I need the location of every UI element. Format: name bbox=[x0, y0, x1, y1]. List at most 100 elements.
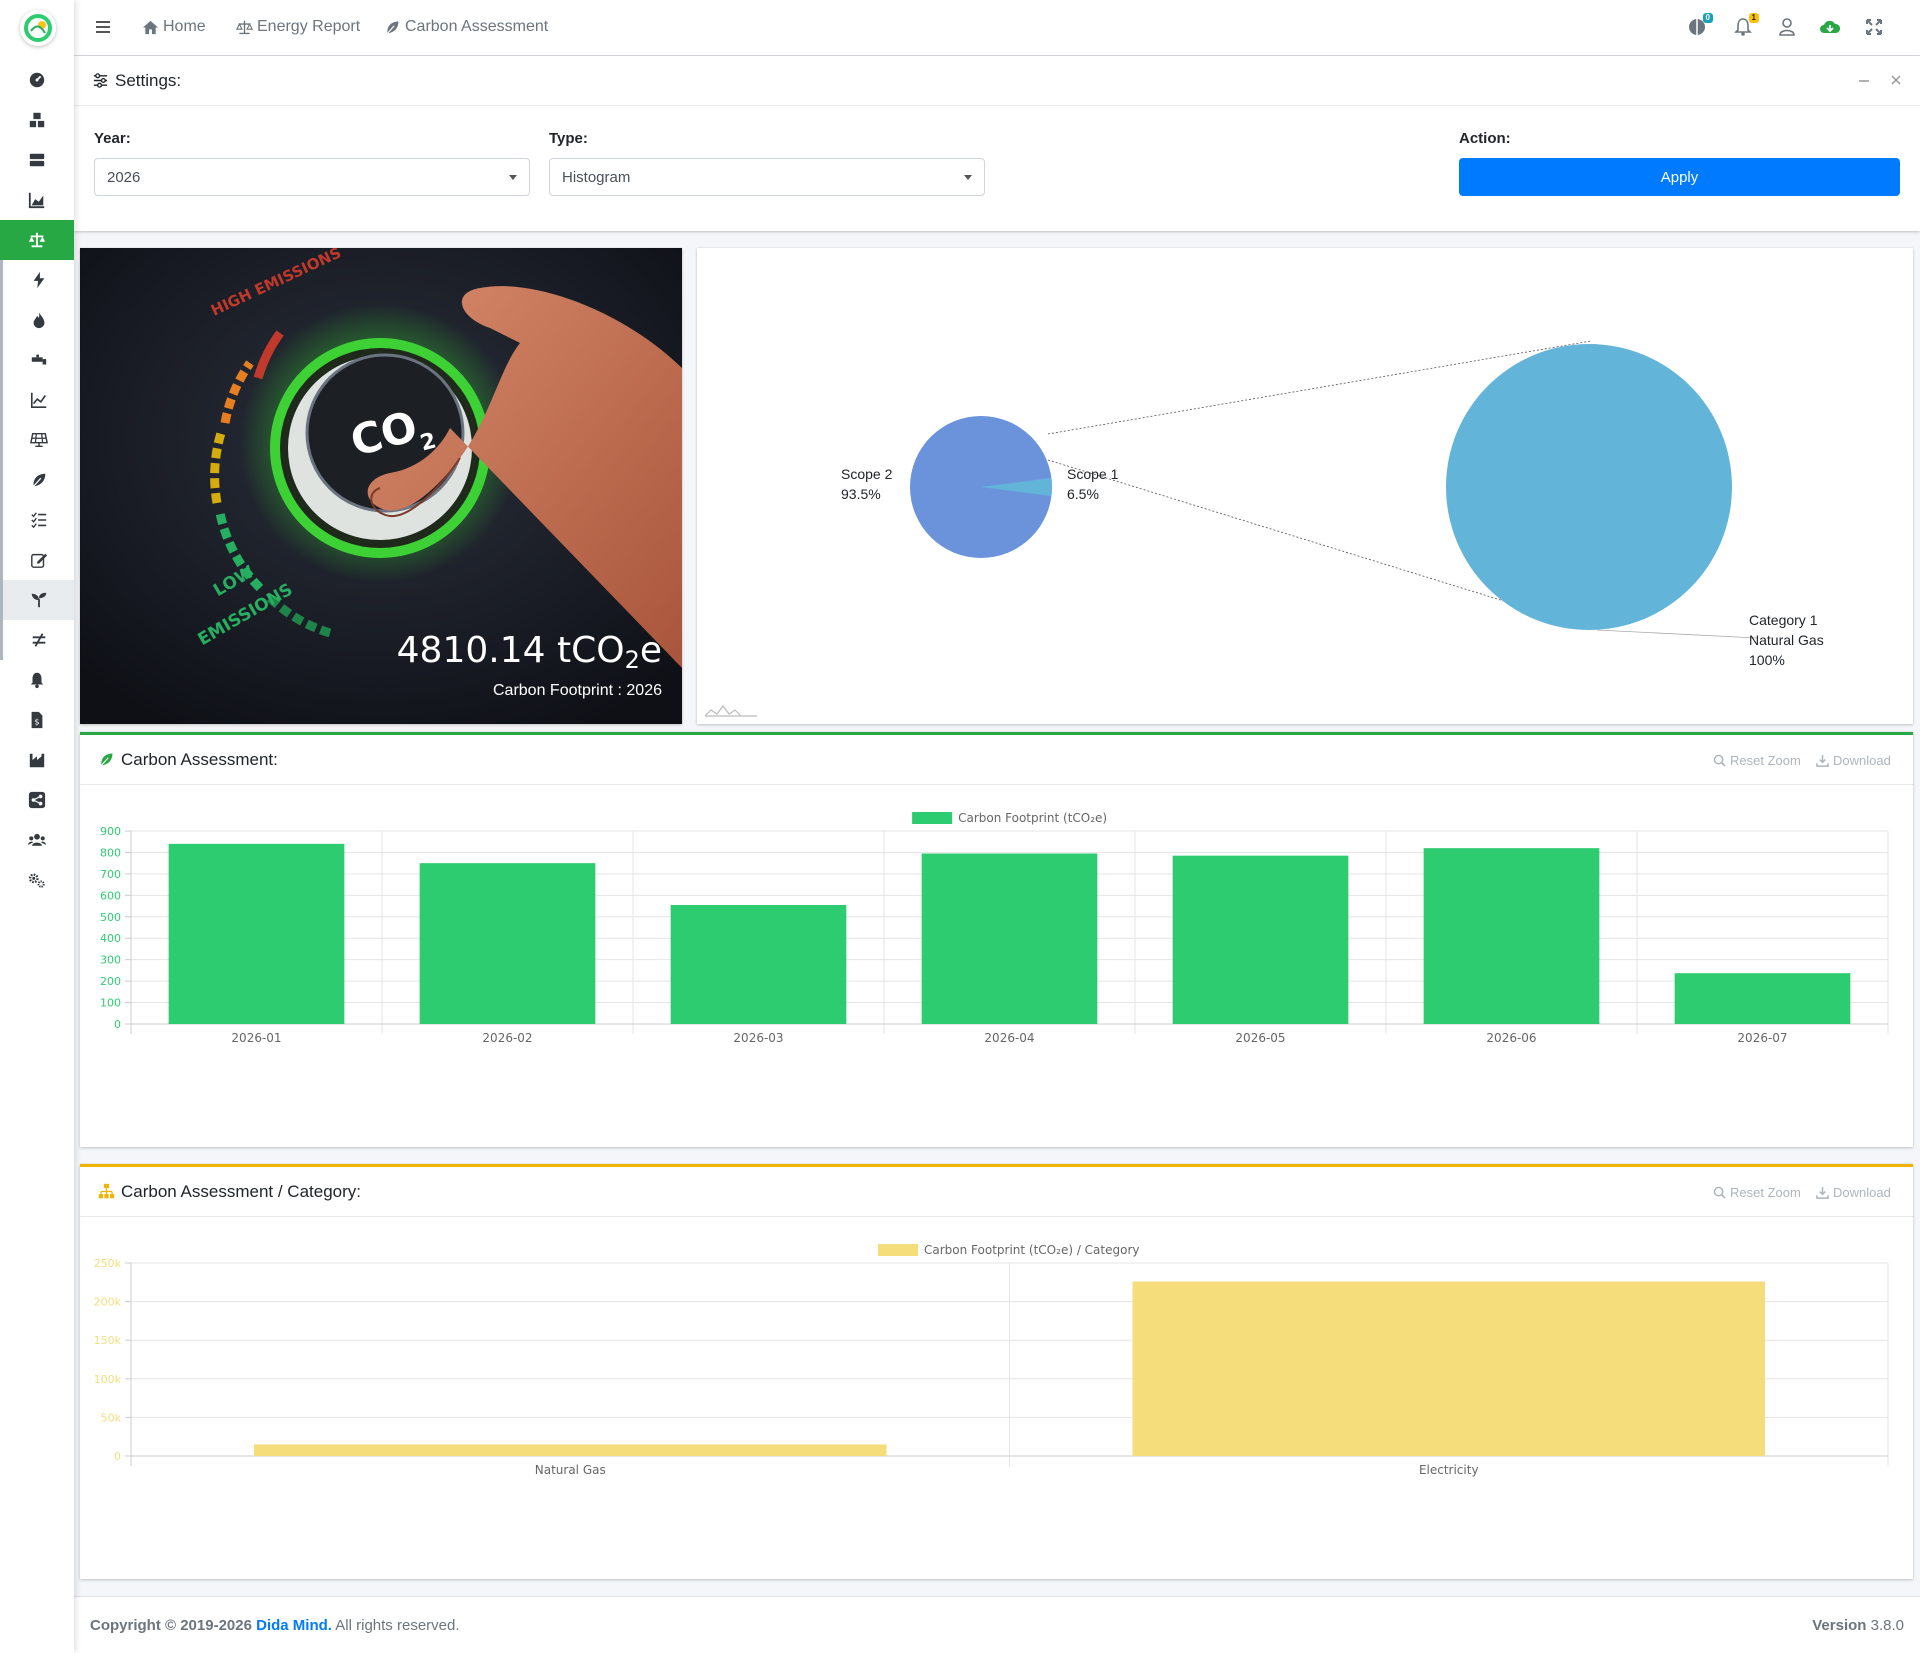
scope-2-label: Scope 2 bbox=[841, 466, 893, 482]
cloud-download-icon bbox=[1820, 20, 1841, 33]
x-tick-label: 2026-01 bbox=[231, 1031, 281, 1045]
leaf-icon bbox=[386, 21, 399, 34]
sidebar-item-tasks[interactable] bbox=[0, 500, 74, 540]
version-label: Version bbox=[1812, 1617, 1867, 1634]
close-button[interactable] bbox=[1890, 73, 1902, 85]
carbon-category-header: Carbon Assessment / Category: bbox=[80, 1167, 1913, 1217]
chevron-down-icon bbox=[509, 175, 517, 180]
download-button[interactable]: Download bbox=[1816, 1185, 1891, 1200]
type-select[interactable]: Histogram bbox=[549, 158, 985, 196]
carbon-category-card: Carbon Assessment / Category: Reset Zoom… bbox=[80, 1164, 1913, 1579]
x-tick-label: 2026-03 bbox=[733, 1031, 783, 1045]
sidebar-item-solar[interactable] bbox=[0, 420, 74, 460]
y-tick-label: 0 bbox=[114, 1018, 121, 1031]
leaf-icon bbox=[32, 473, 45, 487]
sidebar-item-electricity[interactable] bbox=[0, 260, 74, 300]
top-navbar: Home Energy Report Carbon Assessment 0 1 bbox=[74, 0, 1920, 56]
y-tick-label: 500 bbox=[100, 911, 121, 924]
sidebar-item-invoice[interactable]: $ bbox=[0, 700, 74, 740]
industry-icon bbox=[29, 753, 45, 768]
scope-1-label: Scope 1 bbox=[1067, 466, 1119, 482]
sidebar-item-energy-report[interactable] bbox=[0, 220, 74, 260]
version-number: 3.8.0 bbox=[1870, 1617, 1904, 1634]
close-icon bbox=[1891, 75, 1901, 85]
cogs-icon bbox=[28, 873, 45, 888]
search-icon bbox=[1713, 754, 1726, 767]
sidebar-item-gas[interactable] bbox=[0, 300, 74, 340]
carbon-footprint-caption: Carbon Footprint : 2026 bbox=[493, 682, 662, 699]
reset-zoom-button[interactable]: Reset Zoom bbox=[1713, 753, 1801, 768]
sidebar-item-settings[interactable] bbox=[0, 860, 74, 900]
y-tick-label: 150k bbox=[94, 1334, 122, 1347]
sidebar-item-seedling[interactable] bbox=[0, 580, 74, 620]
server-icon bbox=[29, 153, 45, 167]
download-icon bbox=[1816, 1186, 1829, 1199]
scope-pie-chart: Scope 2 93.5% Scope 1 6.5% Category 1 Na… bbox=[704, 340, 1824, 717]
apply-button[interactable]: Apply bbox=[1459, 158, 1900, 196]
not-equal-icon bbox=[32, 633, 45, 647]
x-tick-label: 2026-02 bbox=[482, 1031, 532, 1045]
year-select[interactable]: 2026 bbox=[94, 158, 530, 196]
language-button[interactable]: 0 bbox=[1687, 13, 1713, 37]
fire-icon bbox=[33, 312, 44, 329]
download-button[interactable]: Download bbox=[1816, 753, 1891, 768]
year-label: Year: bbox=[94, 130, 131, 147]
category-bar-chart: Carbon Footprint (tCO₂e) / Category 0 50k 1… bbox=[94, 1243, 1889, 1477]
carbon-total-subscript: 2 bbox=[624, 646, 640, 674]
brand-link[interactable]: Dida Mind. bbox=[256, 1617, 332, 1634]
minus-icon bbox=[1859, 80, 1869, 82]
carbon-assessment-header: Carbon Assessment: bbox=[80, 735, 1913, 785]
sidebar-item-chart-area[interactable] bbox=[0, 180, 74, 220]
y-tick-label: 900 bbox=[100, 825, 121, 838]
balance-scale-icon bbox=[236, 20, 253, 34]
share-alt-square-icon bbox=[28, 791, 46, 809]
notifications-button[interactable]: 1 bbox=[1733, 13, 1759, 37]
sidebar-item-carbon[interactable] bbox=[0, 460, 74, 500]
notification-badge: 1 bbox=[1748, 13, 1759, 23]
fullscreen-button[interactable] bbox=[1864, 17, 1884, 37]
y-tick-label: 400 bbox=[100, 932, 121, 945]
bar-electricity bbox=[1132, 1281, 1766, 1456]
pie-slice-natural-gas[interactable] bbox=[1446, 344, 1732, 630]
sidebar-item-users[interactable] bbox=[0, 820, 74, 860]
sidebar-item-industry[interactable] bbox=[0, 740, 74, 780]
collapse-button[interactable] bbox=[1858, 73, 1870, 85]
natural-gas-pct: 100% bbox=[1749, 652, 1785, 668]
solar-panel-icon bbox=[29, 432, 48, 448]
footer: Copyright © 2019-2026 Dida Mind. All rig… bbox=[74, 1596, 1920, 1653]
legend-label: Carbon Footprint (tCO₂e) / Category bbox=[924, 1243, 1140, 1257]
app-logo[interactable] bbox=[20, 10, 56, 46]
sidebar-item-edit[interactable] bbox=[0, 540, 74, 580]
sidebar-item-water[interactable] bbox=[0, 340, 74, 380]
chart-area-icon bbox=[28, 192, 45, 209]
bar-2026-01 bbox=[168, 843, 345, 1024]
sidebar-item-dashboard[interactable] bbox=[0, 60, 74, 100]
sidebar-item-server[interactable] bbox=[0, 140, 74, 180]
sidebar-item-alerts[interactable] bbox=[0, 660, 74, 700]
y-tick-label: 300 bbox=[100, 954, 121, 967]
version: Version 3.8.0 bbox=[1812, 1617, 1904, 1634]
menu-toggle-icon[interactable] bbox=[94, 18, 112, 36]
breadcrumb-energy-report[interactable]: Energy Report bbox=[236, 18, 360, 36]
legend-label: Carbon Footprint (tCO₂e) bbox=[958, 811, 1107, 825]
sidebar-item-compare[interactable] bbox=[0, 620, 74, 660]
cubes-icon bbox=[29, 112, 45, 128]
chart-brand-icon bbox=[704, 705, 757, 717]
sidebar-item-cubes[interactable] bbox=[0, 100, 74, 140]
global-badge: 0 bbox=[1702, 13, 1713, 23]
breadcrumb-carbon-assessment[interactable]: Carbon Assessment bbox=[384, 18, 548, 36]
legend-swatch bbox=[912, 812, 953, 824]
tachometer-icon bbox=[29, 72, 45, 88]
user-menu-button[interactable] bbox=[1777, 17, 1797, 37]
pie-label-leader bbox=[1596, 629, 1758, 639]
y-tick-label: 200 bbox=[100, 975, 121, 988]
settings-card: Settings: Year: 2026 Type: Histogram Act… bbox=[74, 56, 1920, 231]
breadcrumb-home[interactable]: Home bbox=[142, 18, 206, 36]
cloud-download-button[interactable] bbox=[1819, 17, 1841, 37]
sidebar-item-trend[interactable] bbox=[0, 380, 74, 420]
file-invoice-dollar-icon: $ bbox=[31, 711, 43, 729]
year-select-value: 2026 bbox=[107, 169, 141, 186]
scope-2-pct: 93.5% bbox=[841, 486, 881, 502]
reset-zoom-button[interactable]: Reset Zoom bbox=[1713, 1185, 1801, 1200]
sidebar-item-share[interactable] bbox=[0, 780, 74, 820]
